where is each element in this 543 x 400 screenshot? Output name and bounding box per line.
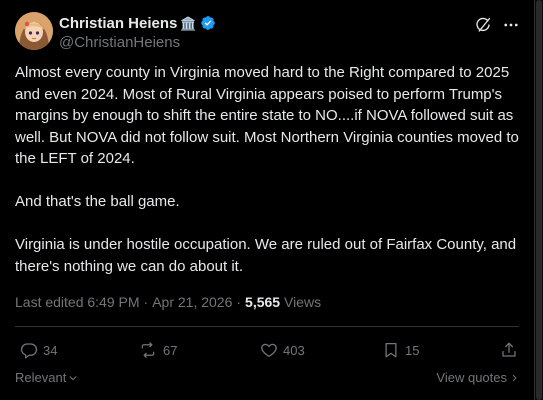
view-quotes-link[interactable]: View quotes <box>436 370 519 385</box>
share-icon <box>502 342 516 357</box>
reply-icon <box>20 343 38 359</box>
chevron-down-icon <box>69 375 77 380</box>
heart-icon <box>261 343 277 358</box>
view-quotes-label: View quotes <box>436 370 507 385</box>
chevron-right-icon <box>512 374 517 381</box>
more-dots-icon[interactable] <box>500 14 522 36</box>
post-text: Almost every county in Virginia moved ha… <box>15 62 520 277</box>
bookmark-button[interactable]: 15 <box>382 341 419 359</box>
handle[interactable]: @ChristianHeiens <box>59 34 216 51</box>
post-paragraph: Almost every county in Virginia moved ha… <box>15 64 519 167</box>
bookmark-count: 15 <box>405 342 420 358</box>
share-button[interactable] <box>500 341 518 359</box>
relevant-sort-dropdown[interactable]: Relevant <box>15 370 78 385</box>
views-label: Views <box>283 294 322 310</box>
divider <box>15 326 519 327</box>
edited-time[interactable]: Last edited 6:49 PM <box>15 294 140 310</box>
post-container: Christian Heiens 🏛️ @ChristianHeiens Alm… <box>0 0 535 400</box>
header-actions <box>472 14 522 36</box>
repost-button[interactable]: 67 <box>138 341 177 359</box>
scrollbar[interactable] <box>535 0 543 400</box>
name-block: Christian Heiens 🏛️ @ChristianHeiens <box>59 14 216 51</box>
views-count: 5,565 <box>245 294 281 310</box>
meta-separator: · <box>143 294 149 310</box>
classical-building-icon: 🏛️ <box>180 15 197 31</box>
display-name-row: Christian Heiens 🏛️ <box>59 14 216 32</box>
reply-button[interactable]: 34 <box>20 341 57 359</box>
like-count: 403 <box>283 342 305 358</box>
anime-avatar-icon <box>15 12 53 50</box>
repost-count: 67 <box>163 342 178 358</box>
post-meta: Last edited 6:49 PM · Apr 21, 2026 · 5,565 V… <box>15 294 321 310</box>
scrollbar-thumb[interactable] <box>536 0 542 400</box>
verified-badge-icon[interactable] <box>200 15 216 31</box>
avatar[interactable] <box>15 12 53 50</box>
grok-icon[interactable] <box>472 14 494 36</box>
replies-footer: Relevant View quotes <box>15 370 519 388</box>
post-header: Christian Heiens 🏛️ @ChristianHeiens <box>15 12 522 52</box>
post-paragraph: Virginia is under hostile occupation. We… <box>15 236 517 275</box>
post-paragraph: And that's the ball game. <box>15 193 180 210</box>
meta-separator: · <box>236 294 242 310</box>
repost-icon <box>141 342 155 358</box>
like-button[interactable]: 403 <box>260 341 305 359</box>
action-bar: 34 67 403 15 <box>20 341 520 363</box>
bookmark-icon <box>385 342 397 358</box>
display-name[interactable]: Christian Heiens <box>59 15 177 32</box>
relevant-label: Relevant <box>15 370 67 385</box>
reply-count: 34 <box>43 342 58 358</box>
post-date[interactable]: Apr 21, 2026 <box>152 294 232 310</box>
